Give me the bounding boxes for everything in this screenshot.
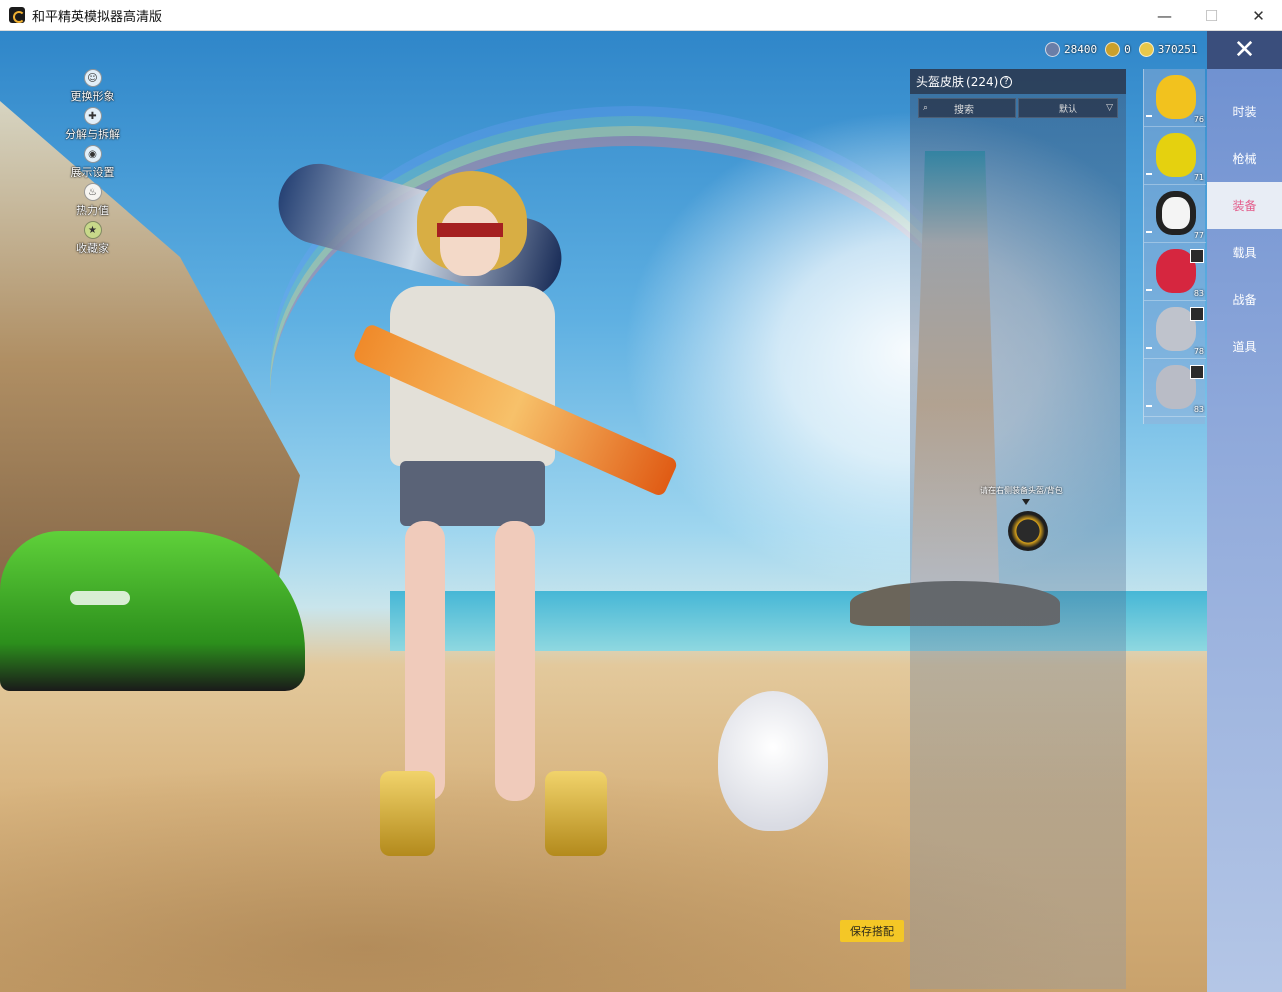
character-left-leg — [405, 521, 445, 801]
item-level: 77 — [1193, 231, 1204, 240]
list-item[interactable]: 77 — [1144, 185, 1206, 243]
character-right-shoe — [545, 771, 607, 856]
tab-equipment[interactable]: 装备 — [1207, 182, 1282, 229]
yellow-helmet-icon — [1156, 133, 1196, 177]
close-panel-button[interactable]: ✕ — [1207, 31, 1282, 69]
equip-hint-text: 请在右侧装备头盔/背包 — [980, 486, 1063, 495]
menu-label: 分解与拆解 — [65, 128, 120, 141]
app-logo-icon — [9, 7, 25, 23]
selection-bar — [1146, 173, 1152, 175]
character-blindfold — [437, 223, 503, 237]
tag-badge-icon — [1190, 249, 1204, 263]
left-side-menu: ☺ 更换形象 ✚ 分解与拆解 ◉ 展示设置 ♨ 热力值 ★ 收藏家 — [55, 69, 130, 259]
window-controls: — ☐ ✕ — [1141, 0, 1282, 31]
player-character[interactable] — [365, 171, 607, 891]
car-headlight — [70, 591, 130, 605]
currency-coupon[interactable]: 28400 — [1045, 41, 1098, 57]
menu-label: 收藏家 — [76, 242, 109, 255]
equipped-helmet-preview[interactable] — [1008, 511, 1048, 551]
chevron-down-icon: ▽ — [1106, 103, 1113, 113]
panel-title: 头盔皮肤 — [916, 75, 965, 89]
search-input[interactable]: ⌕ 搜索 — [918, 98, 1016, 118]
item-level: 83 — [1193, 405, 1204, 414]
item-list: 76 71 77 83 78 83 — [1143, 69, 1206, 424]
menu-heat-value[interactable]: ♨ 热力值 — [55, 183, 130, 221]
flame-icon: ♨ — [83, 183, 102, 201]
menu-display-settings[interactable]: ◉ 展示设置 — [55, 145, 130, 183]
maximize-button[interactable]: ☐ — [1188, 0, 1235, 31]
sort-dropdown[interactable]: 默认 ▽ — [1018, 98, 1118, 118]
currency-token[interactable]: 0 — [1105, 41, 1131, 57]
currency-value: 0 — [1124, 42, 1131, 56]
tab-items[interactable]: 道具 — [1207, 323, 1282, 370]
panda-helmet-icon — [1156, 191, 1196, 235]
sort-value: 默认 — [1059, 104, 1078, 115]
menu-change-appearance[interactable]: ☺ 更换形象 — [55, 69, 130, 107]
character-left-shoe — [380, 771, 435, 856]
character-right-leg — [495, 521, 535, 801]
selection-bar — [1146, 115, 1152, 117]
tab-weapons[interactable]: 枪械 — [1207, 135, 1282, 182]
character-shorts — [400, 461, 545, 526]
minimize-button[interactable]: — — [1141, 0, 1188, 31]
search-icon: ⌕ — [923, 103, 929, 113]
item-level: 71 — [1193, 173, 1204, 182]
window-title-bar: 和平精英模拟器高清版 — ☐ ✕ — [0, 0, 1282, 31]
tab-vehicles[interactable]: 载具 — [1207, 229, 1282, 276]
search-placeholder: 搜索 — [954, 104, 975, 116]
save-outfit-button[interactable]: 保存搭配 — [840, 920, 904, 942]
selection-bar — [1146, 347, 1152, 349]
game-viewport: ☺ 更换形象 ✚ 分解与拆解 ◉ 展示设置 ♨ 热力值 ★ 收藏家 28400 … — [0, 31, 1282, 992]
list-item[interactable]: 83 — [1144, 359, 1206, 417]
item-level: 76 — [1193, 115, 1204, 124]
list-item[interactable]: 83 — [1144, 243, 1206, 301]
token-icon — [1105, 41, 1121, 57]
category-nav: ✕ 时装 枪械 装备 载具 战备 道具 — [1207, 31, 1282, 992]
close-window-button[interactable]: ✕ — [1235, 0, 1282, 31]
badge-icon: ★ — [83, 221, 102, 239]
eye-icon: ◉ — [83, 145, 102, 163]
menu-decompose[interactable]: ✚ 分解与拆解 — [55, 107, 130, 145]
panel-tools: ⌕ 搜索 默认 ▽ — [910, 94, 1126, 118]
selection-bar — [1146, 289, 1152, 291]
coin-icon — [1138, 41, 1154, 57]
item-level: 78 — [1193, 347, 1204, 356]
menu-label: 更换形象 — [70, 90, 115, 103]
tab-fashion[interactable]: 时装 — [1207, 88, 1282, 135]
pineapple-helmet-icon — [1156, 75, 1196, 119]
list-item[interactable]: 71 — [1144, 127, 1206, 185]
list-item[interactable]: 76 — [1144, 69, 1206, 127]
tag-badge-icon — [1190, 307, 1204, 321]
currency-value: 28400 — [1064, 42, 1098, 56]
panel-count: (224) — [966, 74, 999, 89]
menu-label: 展示设置 — [70, 166, 115, 179]
item-level: 83 — [1193, 289, 1204, 298]
list-item[interactable]: 78 — [1144, 301, 1206, 359]
currency-bar: 28400 0 370251 — [1045, 40, 1206, 58]
panel-header: 头盔皮肤 (224) ? — [910, 69, 1126, 94]
pointer-arrow-icon — [1022, 499, 1030, 505]
tag-badge-icon — [1190, 365, 1204, 379]
currency-value: 370251 — [1157, 42, 1198, 56]
currency-coin[interactable]: 370251 — [1138, 41, 1198, 57]
character-face — [440, 206, 500, 276]
window-title: 和平精英模拟器高清版 — [32, 9, 163, 25]
selection-bar — [1146, 231, 1152, 233]
menu-collector[interactable]: ★ 收藏家 — [55, 221, 130, 259]
split-icon: ✚ — [83, 107, 102, 125]
selection-bar — [1146, 405, 1152, 407]
person-icon: ☺ — [83, 69, 102, 87]
help-icon[interactable]: ? — [1000, 75, 1013, 88]
menu-label: 热力值 — [76, 204, 109, 217]
pet-rabbit[interactable] — [718, 691, 828, 831]
tab-supplies[interactable]: 战备 — [1207, 276, 1282, 323]
coupon-icon — [1045, 41, 1060, 57]
